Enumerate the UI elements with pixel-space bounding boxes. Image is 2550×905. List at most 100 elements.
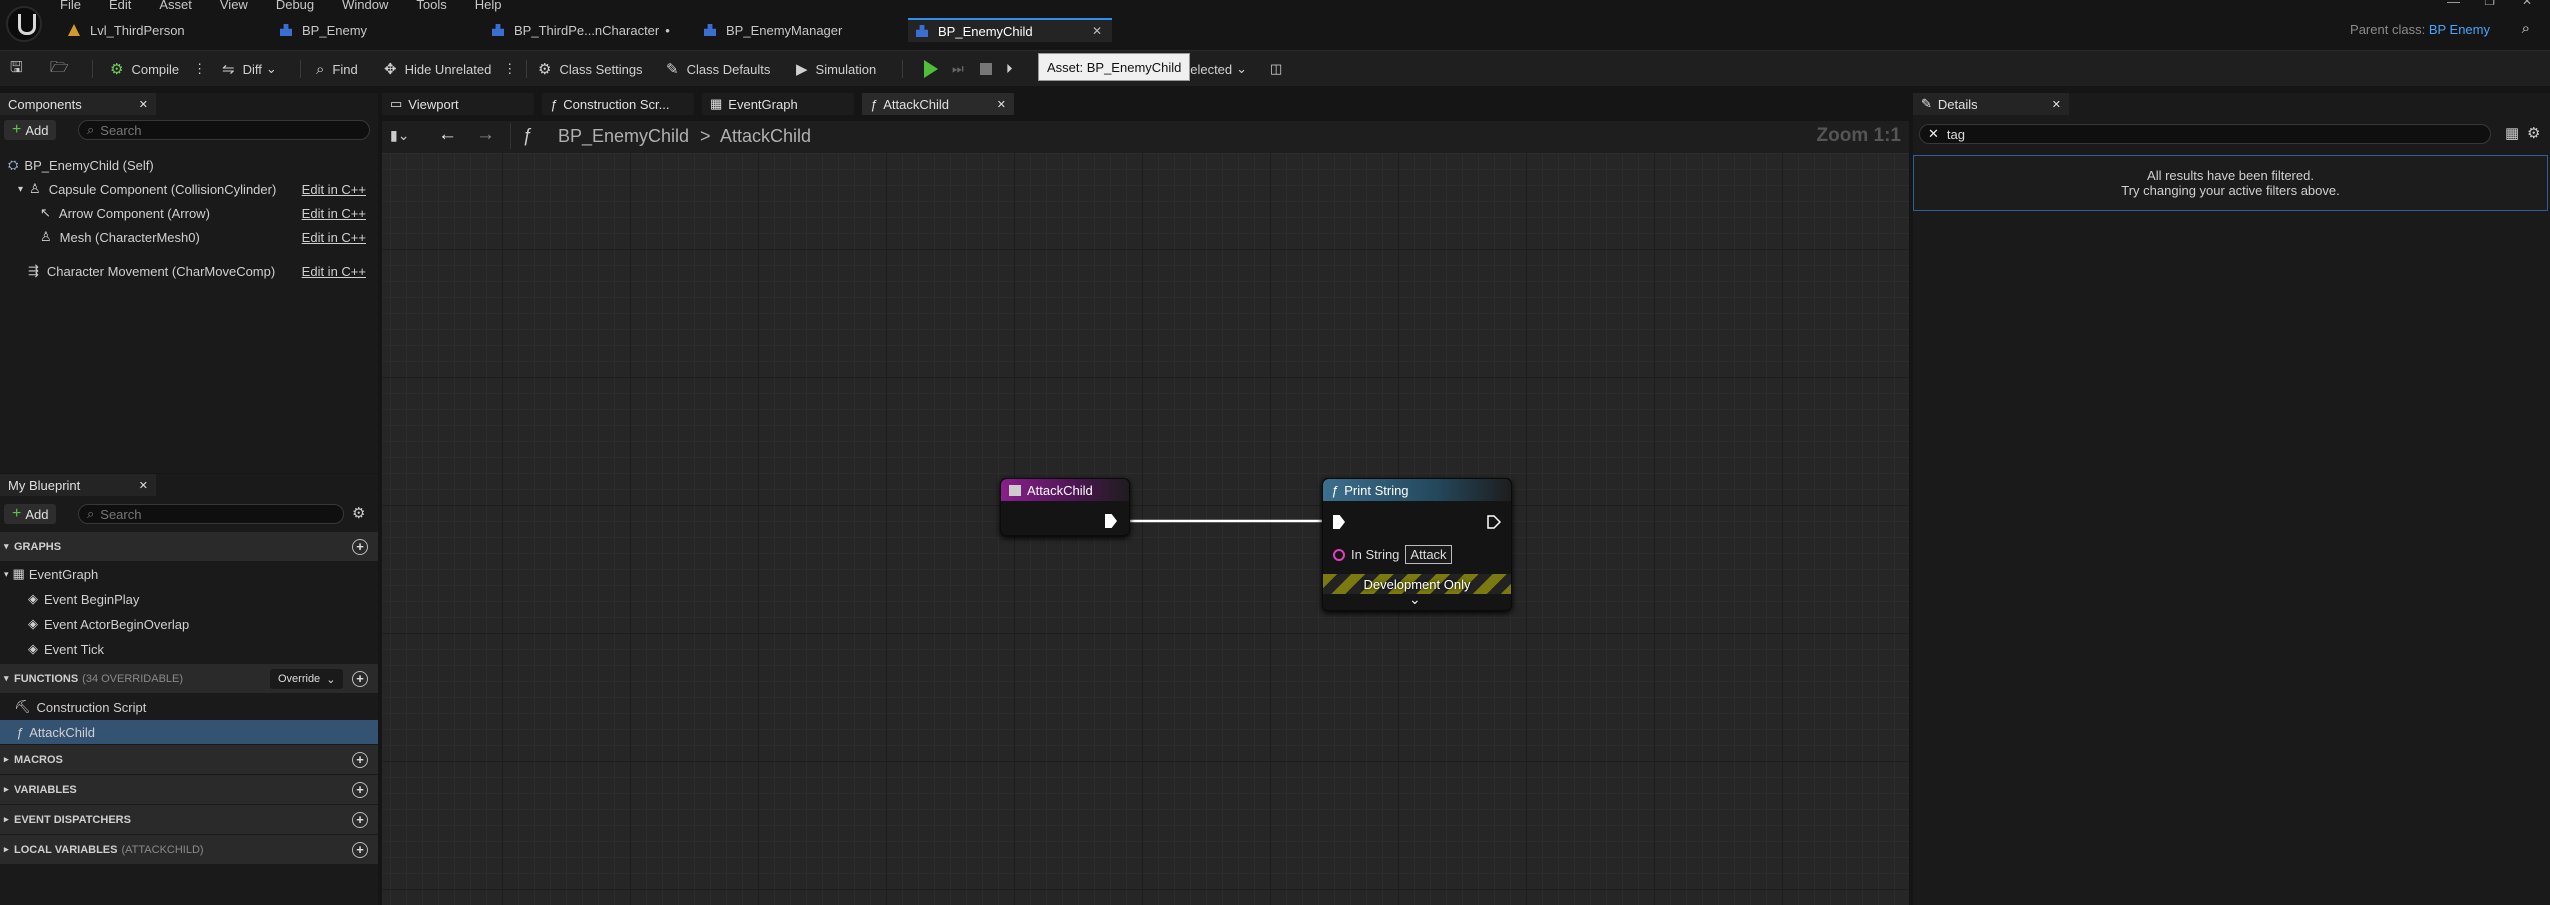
gear-icon[interactable]: ⚙ xyxy=(352,504,365,522)
stop-button[interactable] xyxy=(980,58,992,80)
add-dispatcher-icon[interactable]: + xyxy=(352,811,368,828)
forward-arrow-icon[interactable]: → xyxy=(476,124,495,146)
menu-tools[interactable]: Tools xyxy=(416,0,446,12)
doc-tab-bp-thirdpersoncharacter[interactable]: BP_ThirdPe...nCharacter • xyxy=(484,18,684,42)
browse-icon[interactable]: 🗁 xyxy=(50,58,77,80)
menu-help[interactable]: Help xyxy=(475,0,502,12)
function-item-selected[interactable]: ƒ AttackChild xyxy=(0,720,378,744)
expand-node-chevron-icon[interactable]: ⌄ xyxy=(1409,591,1421,608)
menu-window[interactable]: Window xyxy=(342,0,388,12)
edit-in-cpp-link[interactable]: Edit in C++ xyxy=(302,182,366,197)
event-item[interactable]: ◈ Event BeginPlay xyxy=(28,587,139,611)
compile-button[interactable]: ⚙ Compile ⋮ xyxy=(110,58,206,80)
details-search-input[interactable]: ✕ tag xyxy=(1919,124,2491,144)
edit-in-cpp-link[interactable]: Edit in C++ xyxy=(302,206,366,221)
in-string-input[interactable]: Attack xyxy=(1405,545,1452,564)
breadcrumb-root[interactable]: BP_EnemyChild xyxy=(558,126,689,147)
function-entry-node[interactable]: AttackChild xyxy=(1000,478,1130,536)
component-item[interactable]: ↖ Arrow Component (Arrow) Edit in C++ xyxy=(40,201,374,225)
search-icon[interactable]: ⌕ xyxy=(2522,20,2530,37)
close-icon[interactable]: ✕ xyxy=(139,479,148,492)
tab-viewport[interactable]: ▭ Viewport xyxy=(382,93,534,115)
add-local-variable-icon[interactable]: + xyxy=(352,841,368,858)
compile-options-icon[interactable]: ⋮ xyxy=(193,61,206,77)
components-search-input[interactable]: ⌕ Search xyxy=(78,120,370,140)
add-function-icon[interactable]: + xyxy=(352,670,368,687)
graphs-section[interactable]: ▾ GRAPHS + xyxy=(0,532,378,562)
back-arrow-icon[interactable]: ← xyxy=(438,124,457,146)
close-icon[interactable]: ✕ xyxy=(997,98,1006,111)
string-pin-icon[interactable] xyxy=(1333,548,1345,561)
diff-button[interactable]: ⇋ Diff ⌄ xyxy=(222,58,277,80)
add-variable-icon[interactable]: + xyxy=(352,781,368,798)
doc-tab-bp-enemy[interactable]: BP_Enemy xyxy=(272,18,472,42)
close-icon[interactable]: ✕ xyxy=(2052,98,2061,111)
local-variables-section[interactable]: ▸ LOCAL VARIABLES (ATTACKCHILD) + xyxy=(0,835,378,865)
doc-tab-lvl-thirdperson[interactable]: Lvl_ThirdPerson xyxy=(60,18,260,42)
menu-edit[interactable]: Edit xyxy=(109,0,131,12)
parent-class-link[interactable]: BP Enemy xyxy=(2429,22,2490,37)
bookmark-icon[interactable]: ▮⌄ xyxy=(390,127,409,144)
menu-file[interactable]: File xyxy=(60,0,81,12)
menu-debug[interactable]: Debug xyxy=(276,0,314,12)
simulation-button[interactable]: ▶ Simulation xyxy=(796,58,876,80)
class-defaults-button[interactable]: ✎ Class Defaults xyxy=(666,58,770,80)
exec-input-pin[interactable] xyxy=(1333,515,1345,529)
hide-unrelated-button[interactable]: ✥ Hide Unrelated ⋮ xyxy=(384,58,516,80)
my-blueprint-tab[interactable]: My Blueprint ✕ xyxy=(0,474,156,496)
add-graph-icon[interactable]: + xyxy=(352,538,368,555)
step-button[interactable]: ⏭ xyxy=(952,58,964,80)
component-item[interactable]: ▾ ♙ Capsule Component (CollisionCylinder… xyxy=(18,177,374,201)
event-dispatchers-section[interactable]: ▸ EVENT DISPATCHERS + xyxy=(0,805,378,835)
graph-canvas[interactable]: Zoom 1:1 AttackChild ƒ Print String In S… xyxy=(382,121,1909,905)
my-blueprint-search-input[interactable]: ⌕ Search xyxy=(78,504,344,524)
possess-button[interactable]: ⏵ xyxy=(1006,58,1013,80)
save-icon[interactable]: 🖫 xyxy=(10,58,31,80)
graph-item-eventgraph[interactable]: ▾ ▦ EventGraph xyxy=(4,562,98,586)
close-icon[interactable]: ✕ xyxy=(139,98,148,111)
debug-filter-icon[interactable]: ◫ xyxy=(1270,58,1282,80)
override-dropdown[interactable]: Override ⌄ xyxy=(270,669,344,689)
function-item[interactable]: ⛏ Construction Script xyxy=(14,695,146,719)
menu-view[interactable]: View xyxy=(220,0,248,12)
close-icon[interactable]: ✕ xyxy=(1092,24,1102,38)
doc-tab-bp-enemymanager[interactable]: BP_EnemyManager xyxy=(696,18,896,42)
details-tab[interactable]: ✎ Details ✕ xyxy=(1913,93,2069,115)
macros-section[interactable]: ▸ MACROS + xyxy=(0,745,378,775)
minimize-icon[interactable]: — xyxy=(2447,0,2460,9)
tab-attackchild[interactable]: ƒ AttackChild ✕ xyxy=(862,93,1014,115)
unreal-logo-icon[interactable] xyxy=(6,6,42,42)
exec-output-pin[interactable] xyxy=(1487,515,1501,529)
breadcrumb-current[interactable]: AttackChild xyxy=(720,126,811,147)
event-item[interactable]: ◈ Event Tick xyxy=(28,637,104,661)
table-view-icon[interactable]: ▦ xyxy=(2505,124,2519,142)
class-settings-button[interactable]: ⚙ Class Settings xyxy=(538,58,643,80)
components-tab[interactable]: Components ✕ xyxy=(0,93,156,115)
event-item[interactable]: ◈ Event ActorBeginOverlap xyxy=(28,612,189,636)
play-button[interactable] xyxy=(924,58,938,80)
edit-in-cpp-link[interactable]: Edit in C++ xyxy=(302,230,366,245)
find-button[interactable]: ⌕ Find xyxy=(316,58,358,80)
add-component-button[interactable]: + Add xyxy=(4,120,57,140)
component-self[interactable]: ⛭ BP_EnemyChild (Self) xyxy=(8,153,154,177)
gear-icon[interactable]: ⚙ xyxy=(2527,124,2540,142)
doc-tab-bp-enemychild[interactable]: BP_EnemyChild ✕ xyxy=(908,18,1112,42)
add-member-button[interactable]: + Add xyxy=(4,504,57,524)
tab-construction-script[interactable]: ƒ Construction Scr... xyxy=(542,93,694,115)
tab-eventgraph[interactable]: ▦ EventGraph xyxy=(702,93,854,115)
simulation-label: Simulation xyxy=(815,61,877,77)
component-item[interactable]: ♙ Mesh (CharacterMesh0) Edit in C++ xyxy=(40,225,374,249)
tab-label: EventGraph xyxy=(728,96,798,112)
component-item[interactable]: ⇶ Character Movement (CharMoveComp) Edit… xyxy=(28,259,374,283)
close-window-icon[interactable]: ✕ xyxy=(2522,0,2532,8)
maximize-icon[interactable]: ❐ xyxy=(2484,0,2495,8)
exec-output-pin[interactable] xyxy=(1105,514,1117,528)
functions-section[interactable]: ▾ FUNCTIONS (34 OVERRIDABLE) Override ⌄ … xyxy=(0,664,378,694)
print-string-node[interactable]: ƒ Print String In String Attack Developm… xyxy=(1322,478,1512,611)
edit-in-cpp-link[interactable]: Edit in C++ xyxy=(302,264,366,279)
clear-search-icon[interactable]: ✕ xyxy=(1928,126,1939,142)
variables-section[interactable]: ▸ VARIABLES + xyxy=(0,775,378,805)
hide-unrelated-options-icon[interactable]: ⋮ xyxy=(503,61,516,77)
menu-asset[interactable]: Asset xyxy=(159,0,192,12)
add-macro-icon[interactable]: + xyxy=(352,751,368,768)
